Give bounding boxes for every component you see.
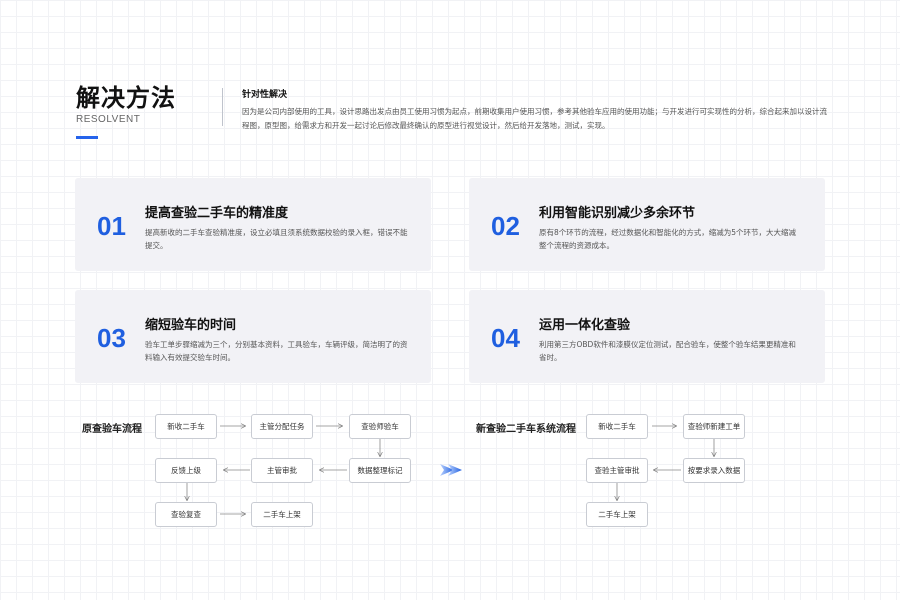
- flow-node: 主管审批: [251, 458, 313, 483]
- flow-node: 二手车上架: [251, 502, 313, 527]
- flow-node: 数据整理标记: [349, 458, 411, 483]
- flow-node: 二手车上架: [586, 502, 648, 527]
- flow-node: 查验复查: [155, 502, 217, 527]
- double-chevron-right-icon: [440, 464, 462, 476]
- flow-node: 新收二手车: [586, 414, 648, 439]
- old-flow-label: 原查验车流程: [82, 424, 142, 435]
- flow-connectors: [0, 0, 900, 600]
- flow-node: 查验师验车: [349, 414, 411, 439]
- flow-node: 主管分配任务: [251, 414, 313, 439]
- flow-node: 反馈上级: [155, 458, 217, 483]
- flow-node: 按要求录入数据: [683, 458, 745, 483]
- flow-node: 新收二手车: [155, 414, 217, 439]
- new-flow-label: 新查验二手车系统流程: [476, 424, 576, 435]
- flow-node: 查验主管审批: [586, 458, 648, 483]
- flow-node: 查验师新建工单: [683, 414, 745, 439]
